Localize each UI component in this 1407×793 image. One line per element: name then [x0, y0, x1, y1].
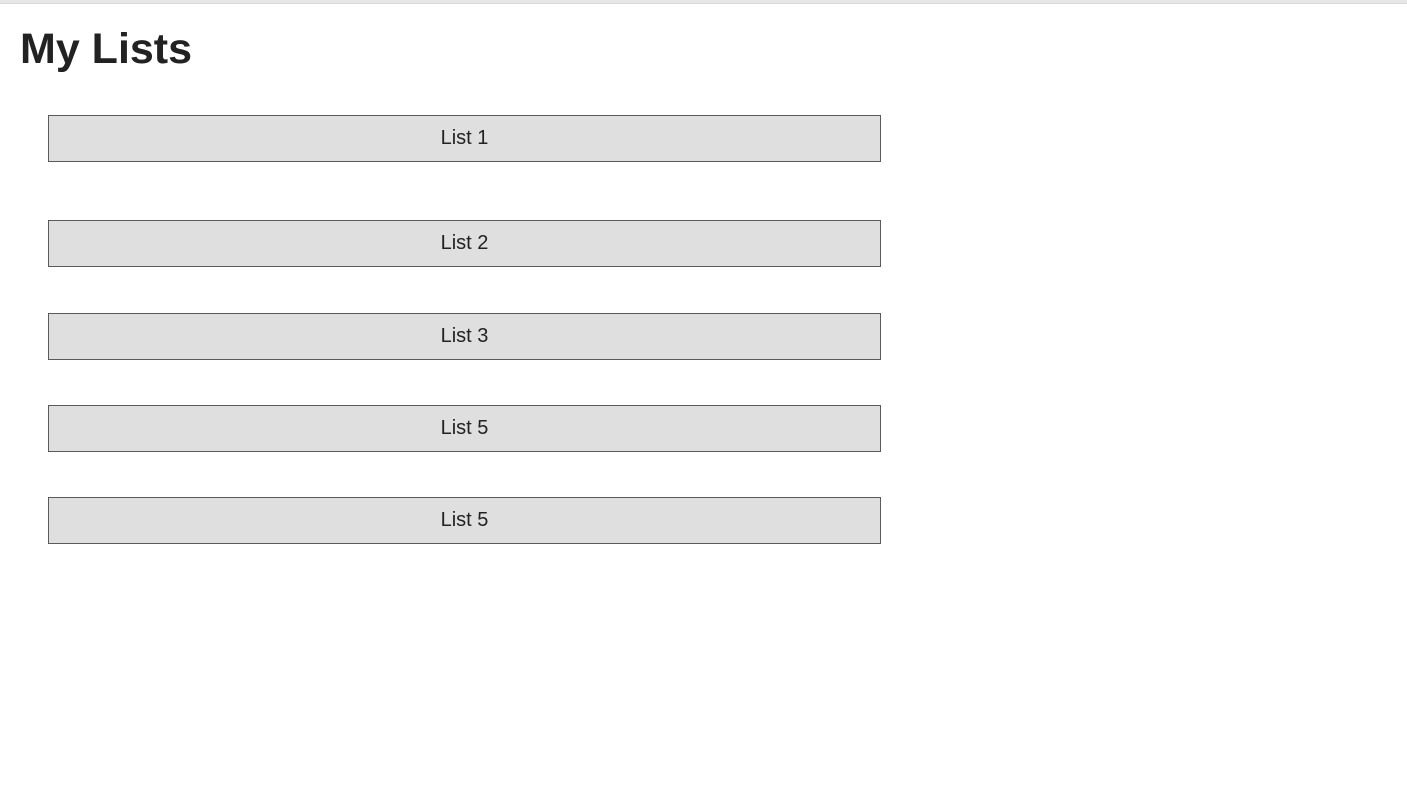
list-button-label: List 5 — [440, 417, 489, 439]
list-button-label: List 5 — [440, 509, 489, 531]
list-button-4[interactable]: List 5 — [48, 405, 881, 452]
list-button-label: List 3 — [440, 325, 489, 347]
list-button-label: List 2 — [440, 232, 489, 254]
list-button-2[interactable]: List 2 — [48, 220, 881, 267]
top-border — [0, 0, 1407, 4]
page-title: My Lists — [20, 25, 193, 73]
list-button-1[interactable]: List 1 — [48, 115, 881, 162]
list-button-5[interactable]: List 5 — [48, 497, 881, 544]
list-button-label: List 1 — [440, 127, 489, 149]
list-button-3[interactable]: List 3 — [48, 313, 881, 360]
